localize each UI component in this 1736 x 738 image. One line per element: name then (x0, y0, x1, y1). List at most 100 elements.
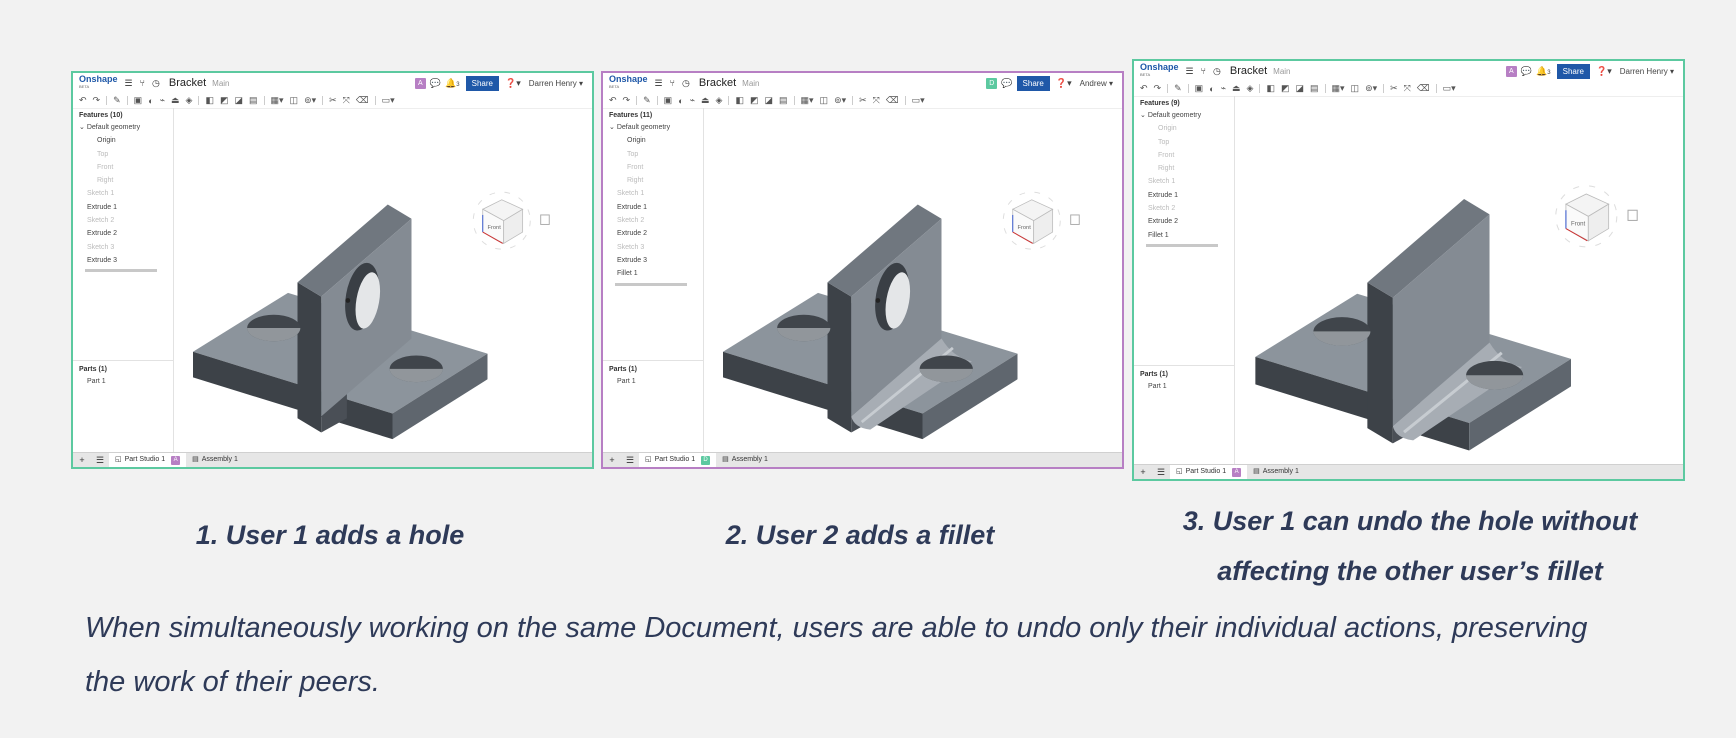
share-button[interactable]: Share (465, 75, 499, 91)
feature-item[interactable]: Front (603, 161, 703, 174)
revolve-icon[interactable]: ◐ (1209, 84, 1214, 94)
bracket-3d-model[interactable]: Front (174, 108, 592, 453)
part-item[interactable]: Part 1 (1134, 380, 1234, 393)
graphics-viewport[interactable]: Front (1235, 96, 1683, 465)
help-icon[interactable]: ❓▾ (1056, 78, 1072, 89)
tab-assembly[interactable]: ▤ Assembly 1 (186, 453, 244, 467)
feature-rollback-bar[interactable] (1146, 243, 1218, 247)
menu-icon[interactable]: ☰ (1186, 66, 1194, 77)
help-icon[interactable]: ❓▾ (1596, 66, 1612, 77)
feature-item[interactable]: Right (73, 174, 173, 187)
loft-icon[interactable]: ⏏ (171, 95, 180, 106)
fillet-icon[interactable]: ◧ (1266, 83, 1275, 94)
tab-list-icon[interactable]: ☰ (621, 455, 639, 466)
undo-icon[interactable]: ↶ (79, 95, 87, 106)
help-icon[interactable]: ❓▾ (505, 78, 521, 89)
history-icon[interactable]: ◷ (1213, 66, 1221, 77)
bell-icon[interactable]: 🔔3 (1536, 66, 1551, 77)
sweep-icon[interactable]: ⌁ (160, 95, 165, 106)
sketch-icon[interactable]: ✎ (113, 95, 121, 106)
thicken-icon[interactable]: ◈ (716, 95, 723, 106)
bracket-3d-model[interactable]: Front (1235, 96, 1683, 465)
tab-list-icon[interactable]: ☰ (91, 455, 109, 466)
menu-icon[interactable]: ☰ (655, 78, 663, 89)
collaborator-badge[interactable]: A (1505, 65, 1517, 77)
branch-icon[interactable]: ⑂ (140, 78, 145, 88)
feature-item[interactable]: Extrude 3 (73, 254, 173, 267)
delete-part-icon[interactable]: ⌫ (1417, 83, 1430, 94)
fillet-icon[interactable]: ◧ (735, 95, 744, 106)
default-geometry-toggle[interactable]: ⌄ Default geometry (603, 121, 703, 134)
revolve-icon[interactable]: ◐ (678, 96, 683, 106)
feature-item[interactable]: Extrude 3 (603, 254, 703, 267)
mirror-icon[interactable]: ◫ (290, 95, 299, 106)
redo-icon[interactable]: ↷ (93, 95, 101, 106)
document-title[interactable]: Bracket (169, 77, 206, 89)
feature-rollback-bar[interactable] (85, 269, 157, 273)
shell-icon[interactable]: ▤ (779, 95, 788, 106)
boolean-icon[interactable]: ⊚▾ (304, 95, 316, 106)
pattern-icon[interactable]: ▦▾ (801, 95, 814, 106)
chamfer-icon[interactable]: ◩ (750, 95, 759, 106)
tab-part-studio[interactable]: ◱ Part Studio 1D (639, 453, 717, 467)
split-icon[interactable]: ✂ (1390, 83, 1398, 94)
loft-icon[interactable]: ⏏ (701, 95, 710, 106)
feature-item[interactable]: Origin (73, 134, 173, 147)
draft-icon[interactable]: ◪ (764, 95, 773, 106)
bell-icon[interactable]: 🔔3 (445, 78, 460, 89)
boolean-icon[interactable]: ⊚▾ (1365, 83, 1377, 94)
split-icon[interactable]: ✂ (329, 95, 337, 106)
shell-icon[interactable]: ▤ (1310, 83, 1319, 94)
chamfer-icon[interactable]: ◩ (220, 95, 229, 106)
transform-icon[interactable]: ⤧ (873, 95, 880, 106)
undo-icon[interactable]: ↶ (609, 95, 617, 106)
user-menu[interactable]: Darren Henry ▾ (1620, 67, 1674, 76)
redo-icon[interactable]: ↷ (1154, 83, 1162, 94)
extrude-icon[interactable]: ▣ (1195, 83, 1204, 94)
redo-icon[interactable]: ↷ (623, 95, 631, 106)
feature-item[interactable]: Extrude 2 (73, 227, 173, 240)
graphics-viewport[interactable]: Front (704, 108, 1122, 453)
feature-item[interactable]: Sketch 3 (603, 241, 703, 254)
part-item[interactable]: Part 1 (603, 375, 703, 388)
user-menu[interactable]: Andrew ▾ (1080, 79, 1113, 88)
sketch-icon[interactable]: ✎ (1174, 83, 1182, 94)
feature-item[interactable]: Top (73, 148, 173, 161)
split-icon[interactable]: ✂ (859, 95, 867, 106)
history-icon[interactable]: ◷ (682, 78, 690, 89)
plane-icon[interactable]: ▭▾ (912, 95, 925, 106)
tab-assembly[interactable]: ▤ Assembly 1 (716, 453, 774, 467)
draft-icon[interactable]: ◪ (1295, 83, 1304, 94)
sweep-icon[interactable]: ⌁ (690, 95, 695, 106)
revolve-icon[interactable]: ◐ (148, 96, 153, 106)
tab-list-icon[interactable]: ☰ (1152, 467, 1170, 478)
loft-icon[interactable]: ⏏ (1232, 83, 1241, 94)
feature-item[interactable]: Sketch 3 (73, 241, 173, 254)
feature-item[interactable]: Front (1134, 149, 1234, 162)
user-menu[interactable]: Darren Henry ▾ (529, 79, 583, 88)
add-tab-icon[interactable]: + (603, 455, 621, 465)
tab-part-studio[interactable]: ◱ Part Studio 1A (109, 453, 187, 467)
branch-icon[interactable]: ⑂ (670, 78, 675, 88)
document-title[interactable]: Bracket (1230, 65, 1267, 77)
bracket-3d-model[interactable]: Front (704, 108, 1122, 453)
undo-icon[interactable]: ↶ (1140, 83, 1148, 94)
menu-icon[interactable]: ☰ (125, 78, 133, 89)
feature-item[interactable]: Top (603, 148, 703, 161)
pattern-icon[interactable]: ▦▾ (271, 95, 284, 106)
feature-item[interactable]: Sketch 1 (603, 187, 703, 200)
collaborator-badge[interactable]: D (986, 77, 998, 89)
feature-item[interactable]: Sketch 2 (1134, 202, 1234, 215)
sketch-icon[interactable]: ✎ (643, 95, 651, 106)
shell-icon[interactable]: ▤ (249, 95, 258, 106)
feature-item[interactable]: Fillet 1 (603, 267, 703, 280)
tab-assembly[interactable]: ▤ Assembly 1 (1247, 465, 1305, 479)
transform-icon[interactable]: ⤧ (343, 95, 350, 106)
feature-item[interactable]: Right (1134, 162, 1234, 175)
mirror-icon[interactable]: ◫ (820, 95, 829, 106)
feature-item[interactable]: Extrude 2 (1134, 215, 1234, 228)
boolean-icon[interactable]: ⊚▾ (834, 95, 846, 106)
feature-item[interactable]: Extrude 2 (603, 227, 703, 240)
draft-icon[interactable]: ◪ (234, 95, 243, 106)
delete-part-icon[interactable]: ⌫ (886, 95, 899, 106)
